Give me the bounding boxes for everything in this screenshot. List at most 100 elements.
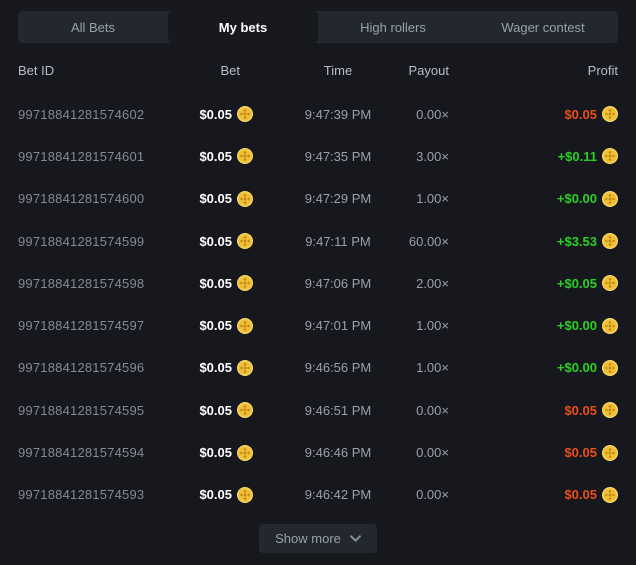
profit-amount: +$0.00	[557, 360, 597, 375]
payout-cell: 60.00×	[409, 234, 449, 249]
table-row: 99718841281574599 $0.05 9:47:11 PM 60.00…	[18, 220, 618, 262]
payout-cell: 0.00×	[416, 107, 449, 122]
bet-cell: $0.05	[199, 445, 253, 461]
tab-label: High rollers	[360, 20, 426, 35]
col-header-profit: Profit	[449, 63, 618, 78]
payout-cell: 1.00×	[416, 360, 449, 375]
col-header-bet-id: Bet ID	[18, 63, 198, 78]
bnb-coin-icon	[237, 360, 253, 376]
tab-my-bets[interactable]: My bets	[168, 11, 318, 43]
time-cell: 9:47:01 PM	[253, 318, 423, 333]
bnb-coin-icon	[237, 191, 253, 207]
tab-wager-contest[interactable]: Wager contest	[468, 11, 618, 43]
bet-id-cell[interactable]: 99718841281574597	[18, 318, 198, 333]
payout-cell: 0.00×	[416, 403, 449, 418]
time-cell: 9:47:11 PM	[253, 234, 423, 249]
bnb-coin-icon	[602, 191, 618, 207]
profit-amount: +$0.05	[557, 276, 597, 291]
time-cell: 9:46:56 PM	[253, 360, 423, 375]
bet-cell: $0.05	[199, 233, 253, 249]
tab-label: My bets	[219, 20, 267, 35]
table-row: 99718841281574600 $0.05 9:47:29 PM 1.00×…	[18, 178, 618, 220]
profit-cell: +$0.00	[449, 191, 618, 207]
col-header-time: Time	[253, 63, 423, 78]
profit-cell: $0.05	[449, 106, 618, 122]
profit-cell: +$0.00	[449, 360, 618, 376]
show-more-button[interactable]: Show more	[259, 524, 377, 553]
payout-cell: 0.00×	[416, 487, 449, 502]
time-cell: 9:46:51 PM	[253, 403, 423, 418]
profit-cell: +$3.53	[449, 233, 618, 249]
profit-amount: $0.05	[564, 487, 597, 502]
bet-id-cell[interactable]: 99718841281574598	[18, 276, 198, 291]
bet-amount: $0.05	[199, 445, 232, 460]
bet-amount: $0.05	[199, 149, 232, 164]
bet-cell: $0.05	[199, 360, 253, 376]
bnb-coin-icon	[237, 233, 253, 249]
bet-id-cell[interactable]: 99718841281574593	[18, 487, 198, 502]
bnb-coin-icon	[237, 318, 253, 334]
bnb-coin-icon	[237, 148, 253, 164]
tab-all-bets[interactable]: All Bets	[18, 11, 168, 43]
col-header-bet: Bet	[220, 63, 253, 78]
bet-id-cell[interactable]: 99718841281574595	[18, 403, 198, 418]
bnb-coin-icon	[602, 233, 618, 249]
table-header: Bet ID Bet Time Payout Profit	[18, 43, 618, 93]
bnb-coin-icon	[602, 275, 618, 291]
bet-cell: $0.05	[199, 318, 253, 334]
time-cell: 9:47:39 PM	[253, 107, 423, 122]
bnb-coin-icon	[602, 106, 618, 122]
payout-cell: 2.00×	[416, 276, 449, 291]
tab-label: All Bets	[71, 20, 115, 35]
bet-cell: $0.05	[199, 191, 253, 207]
payout-cell: 3.00×	[416, 149, 449, 164]
payout-cell: 1.00×	[416, 318, 449, 333]
profit-cell: +$0.00	[449, 318, 618, 334]
table-row: 99718841281574598 $0.05 9:47:06 PM 2.00×…	[18, 262, 618, 304]
bet-id-cell[interactable]: 99718841281574594	[18, 445, 198, 460]
bet-amount: $0.05	[199, 487, 232, 502]
table-row: 99718841281574602 $0.05 9:47:39 PM 0.00×…	[18, 93, 618, 135]
bnb-coin-icon	[602, 445, 618, 461]
bet-cell: $0.05	[199, 275, 253, 291]
bet-id-cell[interactable]: 99718841281574601	[18, 149, 198, 164]
profit-cell: $0.05	[449, 487, 618, 503]
profit-cell: +$0.05	[449, 275, 618, 291]
bet-cell: $0.05	[199, 487, 253, 503]
table-row: 99718841281574594 $0.05 9:46:46 PM 0.00×…	[18, 431, 618, 473]
bnb-coin-icon	[602, 360, 618, 376]
bet-amount: $0.05	[199, 276, 232, 291]
profit-amount: $0.05	[564, 403, 597, 418]
table-row: 99718841281574601 $0.05 9:47:35 PM 3.00×…	[18, 135, 618, 177]
bnb-coin-icon	[237, 487, 253, 503]
bnb-coin-icon	[237, 106, 253, 122]
profit-cell: +$0.11	[449, 148, 618, 164]
time-cell: 9:47:06 PM	[253, 276, 423, 291]
profit-amount: $0.05	[564, 445, 597, 460]
bet-cell: $0.05	[199, 148, 253, 164]
table-body: 99718841281574602 $0.05 9:47:39 PM 0.00×…	[18, 93, 618, 516]
bet-id-cell[interactable]: 99718841281574602	[18, 107, 198, 122]
payout-cell: 1.00×	[416, 191, 449, 206]
tab-high-rollers[interactable]: High rollers	[318, 11, 468, 43]
show-more-container: Show more	[18, 524, 618, 553]
profit-amount: +$0.11	[558, 149, 597, 164]
bnb-coin-icon	[237, 275, 253, 291]
table-row: 99718841281574593 $0.05 9:46:42 PM 0.00×…	[18, 474, 618, 516]
bnb-coin-icon	[602, 487, 618, 503]
bet-amount: $0.05	[199, 234, 232, 249]
col-header-payout: Payout	[409, 63, 449, 78]
profit-amount: +$0.00	[557, 318, 597, 333]
bets-table: Bet ID Bet Time Payout Profit 9971884128…	[18, 43, 618, 516]
bnb-coin-icon	[237, 445, 253, 461]
bet-id-cell[interactable]: 99718841281574600	[18, 191, 198, 206]
time-cell: 9:47:29 PM	[253, 191, 423, 206]
bet-amount: $0.05	[199, 360, 232, 375]
bet-cell: $0.05	[199, 106, 253, 122]
profit-cell: $0.05	[449, 445, 618, 461]
profit-amount: +$0.00	[557, 191, 597, 206]
tab-bar: All Bets My bets High rollers Wager cont…	[18, 11, 618, 43]
time-cell: 9:47:35 PM	[253, 149, 423, 164]
bet-id-cell[interactable]: 99718841281574599	[18, 234, 198, 249]
bet-id-cell[interactable]: 99718841281574596	[18, 360, 198, 375]
